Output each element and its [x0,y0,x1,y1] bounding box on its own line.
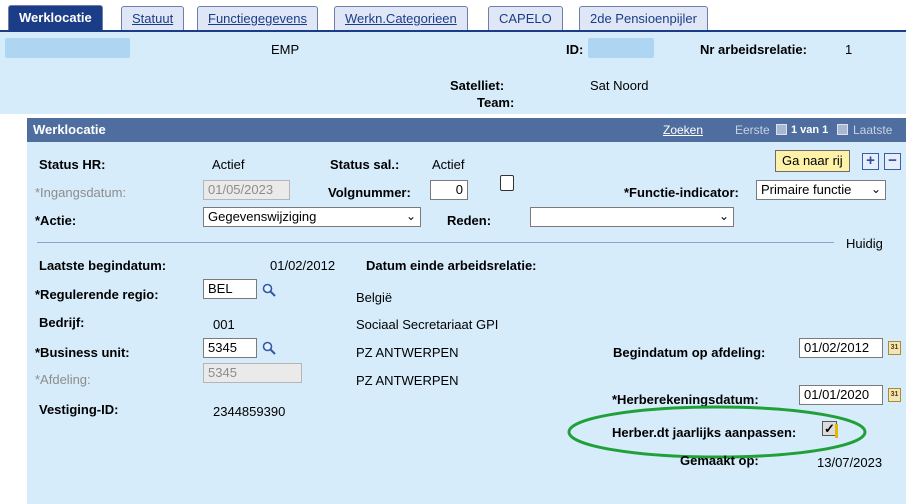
tab-2de-pensioenpijler[interactable]: 2de Pensioenpijler [579,6,708,32]
actie-select[interactable]: Gegevenswijziging ⌄ [203,207,421,227]
herberekeningsdatum-field[interactable]: 01/01/2020 [799,385,883,405]
previous-icon[interactable] [776,124,787,135]
afdeling-label: *Afdeling: [35,372,91,387]
gemaakt-op-label: Gemaakt op: [680,453,759,468]
volgnummer-field[interactable]: 0 [430,180,468,200]
regulerende-regio-label: *Regulerende regio: [35,287,159,302]
bedrijf-label: Bedrijf: [39,315,85,330]
nr-arbeidsrelatie-value: 1 [845,42,853,57]
regio-description: België [356,290,393,305]
calendar-icon[interactable]: 31 [888,388,901,402]
chevron-down-icon: ⌄ [405,209,416,223]
calendar-icon[interactable]: 31 [888,341,901,355]
vestiging-id-value: 2344859390 [213,404,286,419]
tab-werklocatie[interactable]: Werklocatie [8,5,103,32]
id-label: ID: [566,42,584,57]
begindatum-afdeling-label: Begindatum op afdeling: [613,345,766,360]
laatste-link[interactable]: Laatste [853,123,892,137]
panel-header: Werklocatie Zoeken Eerste 1 van 1 Laatst… [27,118,906,142]
business-unit-label: *Business unit: [35,345,130,360]
chevron-down-icon: ⌄ [718,209,729,223]
afdeling-field: 5345 [203,363,302,383]
ga-naar-rij-button[interactable]: Ga naar rij [775,150,850,172]
next-icon[interactable] [837,124,848,135]
eerste-link[interactable]: Eerste [735,123,770,137]
search-icon[interactable] [262,341,276,355]
zoeken-link[interactable]: Zoeken [663,123,703,137]
copy-icon[interactable] [500,175,514,191]
redacted-id [588,38,654,58]
herber-jaarlijks-label: Herber.dt jaarlijks aanpassen: [612,425,797,440]
laatste-begindatum-value: 01/02/2012 [270,258,336,273]
team-label: Team: [477,95,515,110]
tab-statuut[interactable]: Statuut [121,6,185,32]
search-icon[interactable] [262,283,276,297]
panel-title: Werklocatie [33,122,106,137]
ingangsdatum-field: 01/05/2023 [203,180,290,200]
tab-functiegegevens[interactable]: Functiegegevens [197,6,319,32]
chevron-down-icon: ⌄ [870,182,881,196]
afdeling-description: PZ ANTWERPEN [356,373,459,388]
reden-label: Reden: [447,213,492,228]
nr-arbeidsrelatie-label: Nr arbeidsrelatie: [700,42,807,57]
tab-capelo[interactable]: CAPELO [488,6,563,32]
redacted-name [5,38,130,58]
vestiging-id-label: Vestiging-ID: [39,402,119,417]
tab-bar: Werklocatie Statuut Functiegegevens Werk… [0,0,906,32]
laatste-begindatum-label: Laatste begindatum: [39,258,167,273]
satelliet-label: Satelliet: [450,78,505,93]
satelliet-value: Sat Noord [590,78,649,93]
huidig-label: Huidig [846,236,883,251]
status-sal-label: Status sal.: [330,157,400,172]
functie-indicator-select[interactable]: Primaire functie ⌄ [756,180,886,200]
tab-werkn-categorieen[interactable]: Werkn.Categorieen [334,6,468,32]
status-hr-label: Status HR: [39,157,106,172]
business-unit-description: PZ ANTWERPEN [356,345,459,360]
bedrijf-value: 001 [213,317,235,332]
begindatum-afdeling-field[interactable]: 01/02/2012 [799,338,883,358]
status-sal-value: Actief [432,157,465,172]
divider [37,242,834,243]
emp-label: EMP [271,42,300,57]
actie-label: *Actie: [35,213,77,228]
volgnummer-label: Volgnummer: [328,185,411,200]
delete-row-icon[interactable]: − [884,153,901,170]
datum-einde-label: Datum einde arbeidsrelatie: [366,258,537,273]
pager-text: 1 van 1 [791,124,829,136]
gemaakt-op-value: 13/07/2023 [817,455,883,470]
employee-header: EMP ID: Nr arbeidsrelatie: 1 Satelliet: … [0,32,906,114]
status-hr-value: Actief [212,157,245,172]
functie-indicator-label: *Functie-indicator: [624,185,739,200]
add-row-icon[interactable]: + [862,153,879,170]
bedrijf-description: Sociaal Secretariaat GPI [356,317,499,332]
reden-select[interactable]: ⌄ [530,207,734,227]
ingangsdatum-label: *Ingangsdatum: [35,185,127,200]
cursor-marker [835,424,838,438]
regulerende-regio-field[interactable]: BEL [203,279,257,299]
business-unit-field[interactable]: 5345 [203,338,257,358]
